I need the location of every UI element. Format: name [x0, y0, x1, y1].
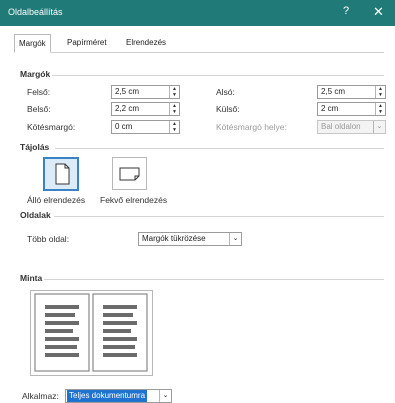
book-preview-icon	[34, 293, 148, 372]
window-title: Oldalbeállítás	[8, 7, 63, 17]
pages-section-title: Oldalak	[20, 210, 51, 220]
spinner-arrows-icon[interactable]: ▲ ▼	[375, 103, 385, 115]
multiple-pages-dropdown[interactable]: Margók tükrözése ⌄	[138, 232, 242, 246]
apply-to-dropdown[interactable]: Teljes dokumentumra ⌄	[65, 389, 172, 403]
landscape-button[interactable]	[112, 157, 147, 190]
gutter-label: Kötésmargó:	[27, 122, 76, 132]
preview-divider	[44, 279, 384, 280]
gutter-spinner[interactable]: 0 cm ▲ ▼	[111, 120, 180, 134]
inner-margin-spinner[interactable]: 2,2 cm ▲ ▼	[111, 102, 180, 116]
multiple-pages-label: Több oldal:	[27, 234, 70, 244]
orientation-section-title: Tájolás	[20, 142, 50, 152]
gutter-position-dropdown: Bal oldalon ⌄	[317, 120, 386, 134]
spinner-arrows-icon[interactable]: ▲ ▼	[169, 103, 179, 115]
portrait-button[interactable]	[43, 157, 79, 191]
inner-margin-label: Belső:	[27, 104, 51, 114]
landscape-page-icon	[119, 167, 140, 181]
gutter-position-value: Bal oldalon	[321, 122, 361, 131]
apply-to-label: Alkalmaz:	[22, 391, 59, 401]
bottom-margin-value: 2,5 cm	[321, 87, 346, 96]
close-button[interactable]: ✕	[373, 4, 384, 20]
page-preview	[30, 290, 153, 376]
outer-margin-label: Külső:	[216, 104, 240, 114]
chevron-down-icon: ⌄	[373, 121, 385, 133]
bottom-margin-label: Alsó:	[216, 87, 235, 97]
bottom-margin-spinner[interactable]: 2,5 cm ▲ ▼	[317, 85, 386, 99]
top-margin-spinner[interactable]: 2,5 cm ▲ ▼	[111, 85, 180, 99]
tab-bar: Margók Papírméret Elrendezés	[14, 34, 384, 53]
apply-to-value: Teljes dokumentumra	[67, 390, 148, 402]
spinner-arrows-icon[interactable]: ▲ ▼	[375, 86, 385, 98]
spinner-arrows-icon[interactable]: ▲ ▼	[169, 86, 179, 98]
orientation-divider	[55, 148, 384, 149]
tab-margins[interactable]: Margók	[14, 34, 51, 53]
pages-divider	[54, 216, 384, 217]
margins-divider	[52, 75, 384, 76]
outer-margin-spinner[interactable]: 2 cm ▲ ▼	[317, 102, 386, 116]
landscape-label: Fekvő elrendezés	[100, 195, 168, 205]
inner-margin-value: 2,2 cm	[115, 104, 140, 113]
gutter-position-label: Kötésmargó helye:	[216, 122, 287, 132]
top-margin-label: Felső:	[27, 87, 51, 97]
spinner-arrows-icon[interactable]: ▲ ▼	[169, 121, 179, 133]
portrait-label: Álló elrendezés	[27, 195, 86, 205]
chevron-down-icon[interactable]: ⌄	[159, 390, 171, 402]
portrait-page-icon	[55, 163, 70, 185]
gutter-value: 0 cm	[115, 122, 133, 131]
tab-paper[interactable]: Papírméret	[63, 34, 111, 51]
outer-margin-value: 2 cm	[321, 104, 339, 113]
top-margin-value: 2,5 cm	[115, 87, 140, 96]
preview-section-title: Minta	[20, 273, 43, 283]
multiple-pages-value: Margók tükrözése	[142, 234, 206, 243]
chevron-down-icon[interactable]: ⌄	[229, 233, 241, 245]
margins-section-title: Margók	[20, 69, 51, 79]
title-bar: Oldalbeállítás ? ✕	[0, 0, 395, 26]
tab-layout[interactable]: Elrendezés	[122, 34, 170, 51]
help-button[interactable]: ?	[343, 5, 349, 17]
